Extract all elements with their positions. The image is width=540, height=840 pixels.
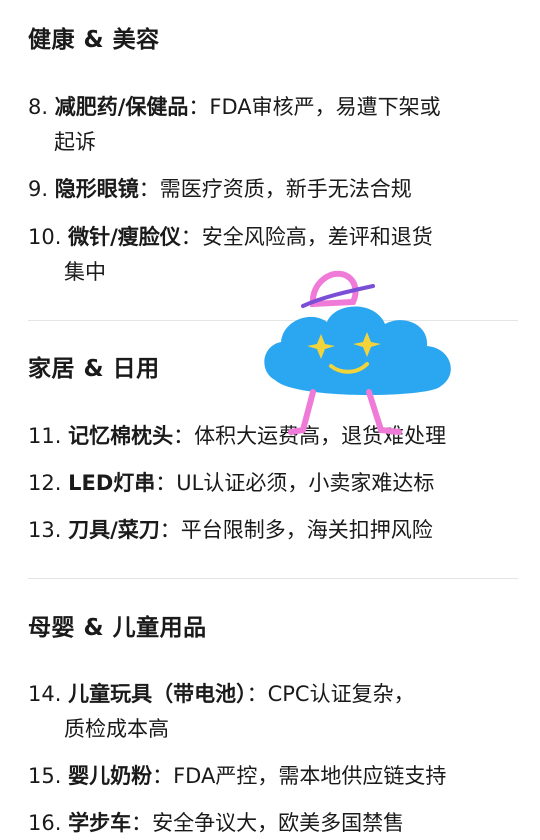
item-separator: ： xyxy=(138,177,160,201)
list-item: 13. 刀具/菜刀：平台限制多，海关扣押风险 xyxy=(28,513,433,547)
section-heading: 母婴 & 儿童用品 xyxy=(28,615,207,641)
list-item: 9. 隐形眼镜：需医疗资质，新手无法合规 xyxy=(28,172,412,206)
item-name: 微针/瘦脸仪 xyxy=(68,225,181,249)
item-number: 13. xyxy=(28,518,62,542)
item-number: 12. xyxy=(28,471,62,495)
item-number: 9. xyxy=(28,177,49,201)
item-description: 安全风险高，差评和退货 xyxy=(201,225,433,249)
item-name: 儿童玩具（带电池） xyxy=(68,682,247,706)
item-number: 10. xyxy=(28,225,62,249)
list-item: 8. 减肥药/保健品：FDA审核严，易遭下架或 xyxy=(28,90,441,124)
item-separator: ： xyxy=(188,95,210,119)
item-description: 安全争议大，欧美多国禁售 xyxy=(152,811,405,835)
item-name: LED灯串 xyxy=(68,471,156,495)
list-item: 16. 学步车：安全争议大，欧美多国禁售 xyxy=(28,806,404,840)
item-name: 记忆棉枕头 xyxy=(68,424,174,448)
item-description: CPC认证复杂， xyxy=(267,682,415,706)
item-description-continued: 质检成本高 xyxy=(64,717,169,741)
item-name: 隐形眼镜 xyxy=(54,177,139,201)
item-description: 需医疗资质，新手无法合规 xyxy=(159,177,412,201)
list-item: 10. 微针/瘦脸仪：安全风险高，差评和退货 xyxy=(28,220,433,254)
item-separator: ： xyxy=(152,764,174,788)
cloud-mascot-icon xyxy=(264,270,451,435)
section-heading: 健康 & 美容 xyxy=(28,27,160,53)
item-number: 15. xyxy=(28,764,62,788)
item-separator: ： xyxy=(131,811,153,835)
item-description: FDA审核严，易遭下架或 xyxy=(209,95,441,119)
item-separator: ： xyxy=(173,424,195,448)
item-separator: ： xyxy=(180,225,202,249)
item-number: 11. xyxy=(28,424,62,448)
section-mother-baby: 母婴 & 儿童用品 xyxy=(28,612,518,644)
item-description-continued: 集中 xyxy=(64,260,106,284)
item-name: 刀具/菜刀 xyxy=(68,518,160,542)
item-separator: ： xyxy=(159,518,181,542)
item-separator: ： xyxy=(246,682,268,706)
item-description: FDA严控，需本地供应链支持 xyxy=(173,764,447,788)
item-name: 减肥药/保健品 xyxy=(54,95,189,119)
item-name: 婴儿奶粉 xyxy=(68,764,153,788)
item-description: UL认证必须，小卖家难达标 xyxy=(176,471,435,495)
section-health-beauty: 健康 & 美容 xyxy=(28,24,518,56)
section-divider xyxy=(28,578,518,579)
list-item: 14. 儿童玩具（带电池）：CPC认证复杂， xyxy=(28,677,415,711)
item-name: 学步车 xyxy=(68,811,132,835)
item-description-continued: 起诉 xyxy=(54,130,96,154)
list-item: 12. LED灯串：UL认证必须，小卖家难达标 xyxy=(28,466,434,500)
item-separator: ： xyxy=(155,471,177,495)
list-item: 15. 婴儿奶粉：FDA严控，需本地供应链支持 xyxy=(28,759,446,793)
item-description: 平台限制多，海关扣押风险 xyxy=(180,518,433,542)
item-number: 14. xyxy=(28,682,62,706)
item-number: 16. xyxy=(28,811,62,835)
item-number: 8. xyxy=(28,95,49,119)
article-page: 健康 & 美容 8. 减肥药/保健品：FDA审核严，易遭下架或 起诉 9. 隐形… xyxy=(0,0,540,835)
